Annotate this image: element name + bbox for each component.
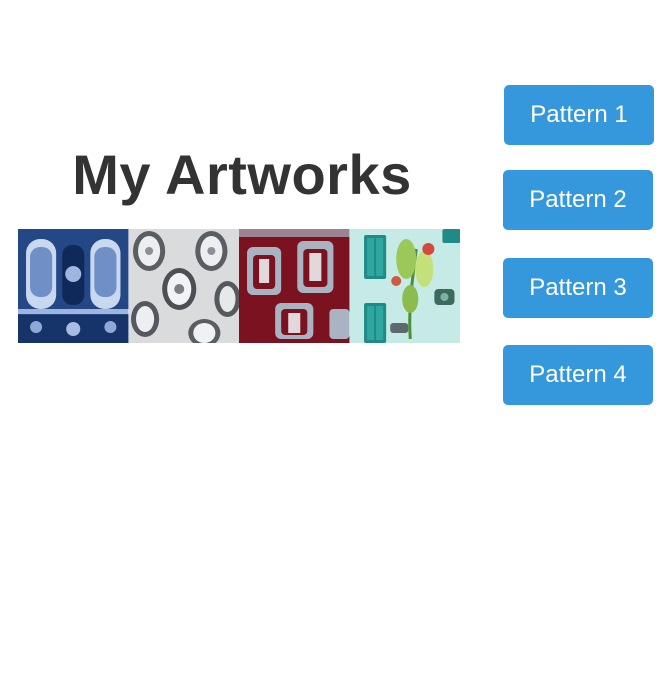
artwork-strip xyxy=(18,229,460,343)
page-title: My Artworks xyxy=(72,143,412,206)
page: My Artworks Pattern 1 Pattern 2 Pattern … xyxy=(0,0,671,686)
pattern-3-button[interactable]: Pattern 3 xyxy=(503,258,653,318)
pattern-4-thumbnail[interactable] xyxy=(349,229,460,343)
pattern-4-button[interactable]: Pattern 4 xyxy=(503,345,653,405)
pattern-1-thumbnail[interactable] xyxy=(18,229,129,343)
pattern-2-thumbnail[interactable] xyxy=(128,229,239,343)
pattern-2-button[interactable]: Pattern 2 xyxy=(503,170,653,230)
pattern-1-button[interactable]: Pattern 1 xyxy=(504,85,654,145)
pattern-3-thumbnail[interactable] xyxy=(239,229,350,343)
